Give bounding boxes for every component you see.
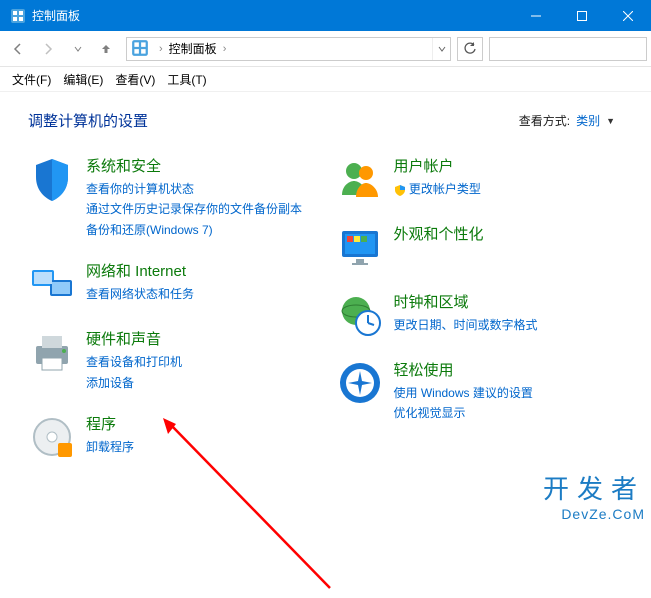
category-link[interactable]: 查看设备和打印机 [86,352,182,372]
network-icon [28,260,76,308]
category-link[interactable]: 添加设备 [86,373,182,393]
page-title: 调整计算机的设置 [28,110,148,131]
category-link[interactable]: 更改日期、时间或数字格式 [394,315,538,335]
chevron-down-icon: ▼ [606,116,615,126]
category-title[interactable]: 硬件和声音 [86,328,182,349]
category-title[interactable]: 轻松使用 [394,359,533,380]
category-link[interactable]: 卸载程序 [86,437,134,457]
recent-dropdown[interactable] [64,35,92,63]
clock-globe-icon [336,291,384,339]
category-link[interactable]: 查看网络状态和任务 [86,284,194,304]
view-by-control[interactable]: 查看方式: 类别 ▼ [519,112,615,129]
address-bar[interactable]: › 控制面板 › [126,37,451,61]
right-column: 用户帐户 更改帐户类型 外观和个性化 [336,155,624,481]
back-button[interactable] [4,35,32,63]
category-link[interactable]: 查看你的计算机状态 [86,179,302,199]
disc-icon [28,413,76,461]
category-link[interactable]: 使用 Windows 建议的设置 [394,383,533,403]
ease-icon [336,359,384,407]
users-icon [336,155,384,203]
category-title[interactable]: 网络和 Internet [86,260,194,281]
category-link[interactable]: 备份和还原(Windows 7) [86,220,302,240]
watermark-line2: DevZe.CoM [543,506,645,522]
up-button[interactable] [94,37,118,61]
category-clock-region: 时钟和区域 更改日期、时间或数字格式 [336,291,624,339]
category-title[interactable]: 时钟和区域 [394,291,538,312]
content-area: 调整计算机的设置 查看方式: 类别 ▼ 系统和安全 查看你的计算机状态 通过文件… [0,92,651,499]
menu-view[interactable]: 查看(V) [111,69,159,90]
category-programs: 程序 卸载程序 [28,413,316,461]
category-title[interactable]: 程序 [86,413,134,434]
watermark: 开发者 DevZe.CoM [543,469,645,522]
view-by-value[interactable]: 类别 [576,112,600,129]
watermark-line1: 开发者 [543,469,645,506]
refresh-button[interactable] [457,37,483,61]
category-title[interactable]: 用户帐户 [394,155,481,176]
menu-edit[interactable]: 编辑(E) [59,69,107,90]
forward-button[interactable] [34,35,62,63]
address-dropdown[interactable] [432,38,450,60]
shield-icon [28,155,76,203]
address-icon [131,39,151,59]
category-link[interactable]: 更改帐户类型 [394,179,481,199]
control-panel-icon [10,8,26,24]
category-ease-of-access: 轻松使用 使用 Windows 建议的设置 优化视觉显示 [336,359,624,424]
menu-bar: 文件(F) 编辑(E) 查看(V) 工具(T) [0,67,651,92]
breadcrumb-root[interactable]: 控制面板 [167,40,219,57]
category-link[interactable]: 优化视觉显示 [394,403,533,423]
search-input[interactable] [490,42,646,56]
category-link[interactable]: 通过文件历史记录保存你的文件备份副本 [86,199,302,219]
view-by-label: 查看方式: [519,112,570,129]
minimize-button[interactable] [513,0,559,31]
menu-tools[interactable]: 工具(T) [163,69,210,90]
uac-shield-icon [394,184,406,196]
menu-file[interactable]: 文件(F) [8,69,55,90]
category-title[interactable]: 外观和个性化 [394,223,484,244]
navigation-bar: › 控制面板 › [0,31,651,67]
search-box[interactable] [489,37,647,61]
category-title[interactable]: 系统和安全 [86,155,302,176]
monitor-icon [336,223,384,271]
breadcrumb-chevron-icon[interactable]: › [155,43,167,55]
category-network: 网络和 Internet 查看网络状态和任务 [28,260,316,308]
printer-icon [28,328,76,376]
category-appearance: 外观和个性化 [336,223,624,271]
close-button[interactable] [605,0,651,31]
window-title: 控制面板 [32,7,513,24]
category-hardware-sound: 硬件和声音 查看设备和打印机 添加设备 [28,328,316,393]
window-titlebar: 控制面板 [0,0,651,31]
category-user-accounts: 用户帐户 更改帐户类型 [336,155,624,203]
category-system-security: 系统和安全 查看你的计算机状态 通过文件历史记录保存你的文件备份副本 备份和还原… [28,155,316,240]
left-column: 系统和安全 查看你的计算机状态 通过文件历史记录保存你的文件备份副本 备份和还原… [28,155,316,481]
breadcrumb-chevron-icon[interactable]: › [219,43,231,55]
maximize-button[interactable] [559,0,605,31]
